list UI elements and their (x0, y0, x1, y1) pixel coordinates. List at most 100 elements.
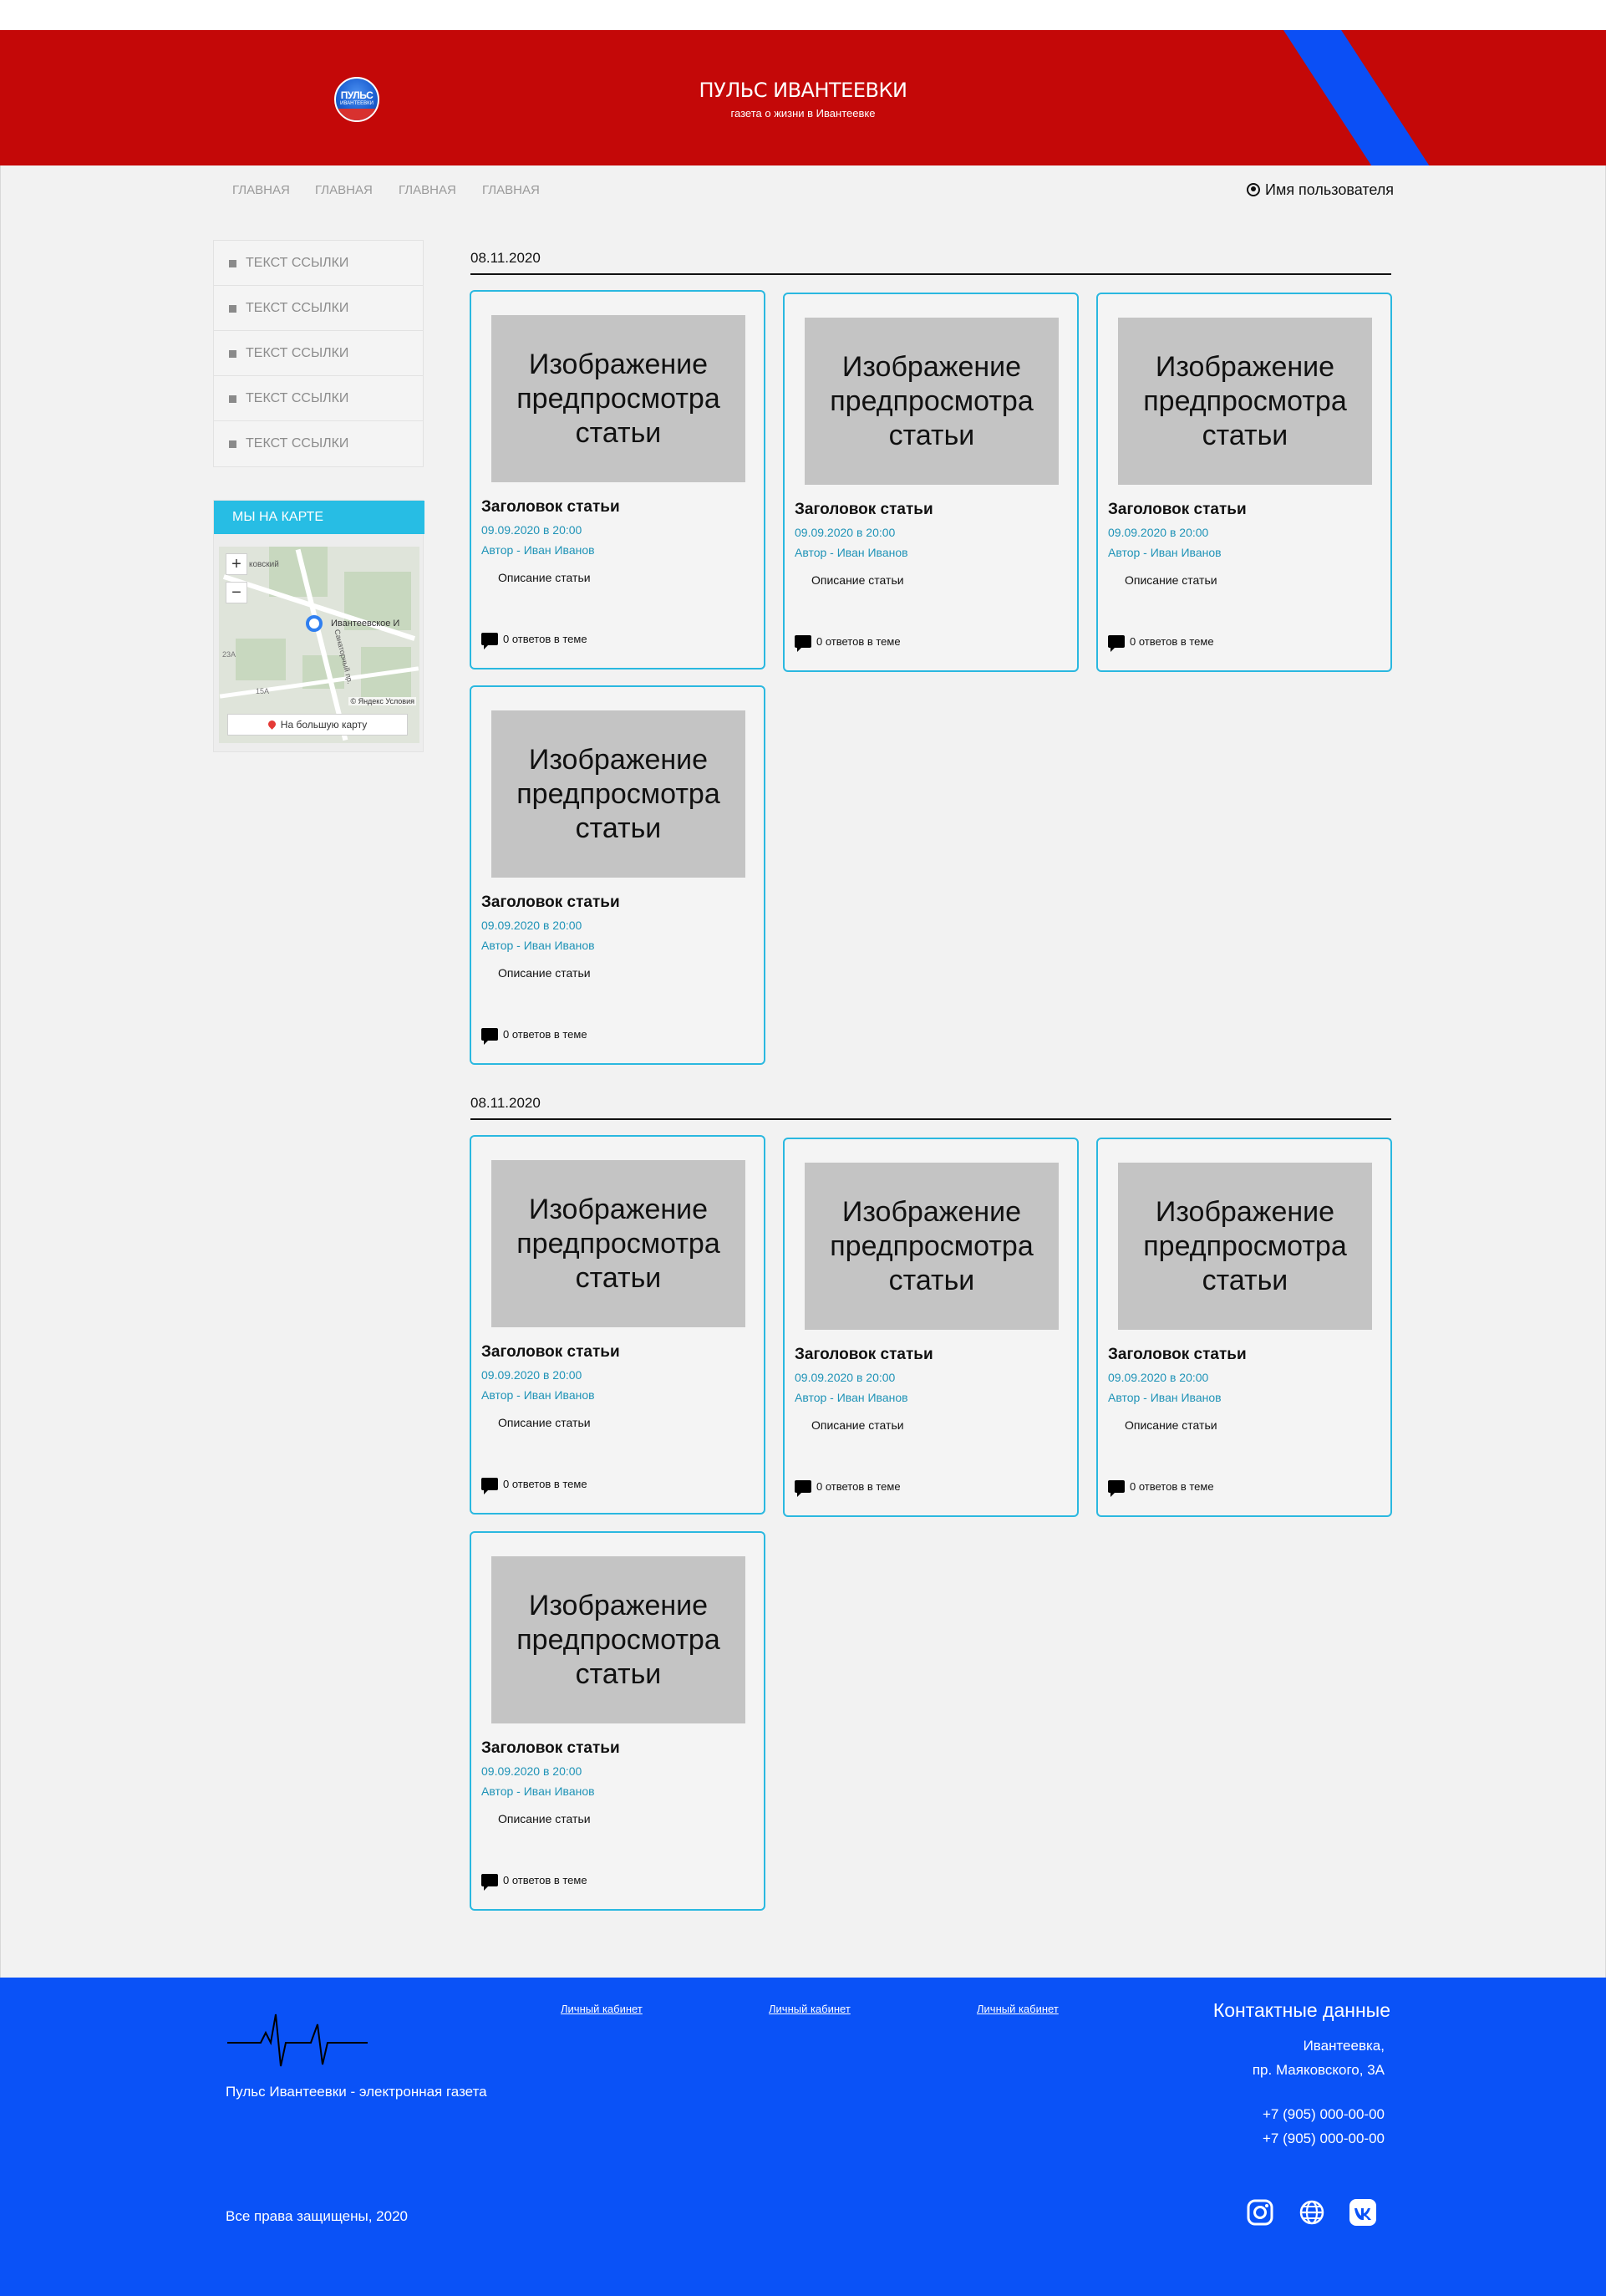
article-date: 09.09.2020 в 20:00 (481, 919, 582, 932)
article-author[interactable]: Автор - Иван Иванов (795, 1391, 908, 1404)
contacts-phone-2[interactable]: +7 (905) 000-00-00 (1263, 2131, 1385, 2147)
site-title: ПУЛЬС ИВАНТЕЕВКИ (699, 79, 907, 102)
site-subtitle: газета о жизни в Ивантеевке (730, 107, 876, 120)
article-description: Описание статьи (1125, 1418, 1217, 1432)
article-date: 09.09.2020 в 20:00 (481, 1368, 582, 1382)
footer-link-account-3[interactable]: Личный кабинет (977, 2003, 1059, 2015)
article-card[interactable]: Изображение предпросмотра статьи Заголов… (470, 1531, 765, 1911)
replies-count: 0 ответов в теме (503, 1874, 587, 1886)
nav-item-home-4[interactable]: ГЛАВНАЯ (482, 183, 540, 197)
article-replies[interactable]: 0 ответов в теме (481, 1874, 587, 1891)
replies-count: 0 ответов в теме (503, 633, 587, 645)
comment-icon (1108, 1480, 1125, 1497)
article-date: 09.09.2020 в 20:00 (481, 523, 582, 537)
nav-item-home-2[interactable]: ГЛАВНАЯ (315, 183, 373, 197)
article-card[interactable]: Изображение предпросмотра статьи Заголов… (783, 293, 1079, 672)
map-building-label: 15А (256, 687, 270, 695)
contacts-phone-1[interactable]: +7 (905) 000-00-00 (1263, 2106, 1385, 2123)
article-replies[interactable]: 0 ответов в теме (481, 633, 587, 649)
sidebar-link[interactable]: ТЕКСТ ССЫЛКИ (214, 241, 423, 286)
replies-count: 0 ответов в теме (503, 1028, 587, 1041)
article-preview-image[interactable]: Изображение предпросмотра статьи (491, 710, 745, 878)
square-bullet-icon (229, 350, 236, 358)
article-replies[interactable]: 0 ответов в теме (1108, 635, 1214, 652)
instagram-icon[interactable] (1246, 2198, 1274, 2227)
sidebar-link-label: ТЕКСТ ССЫЛКИ (246, 301, 349, 315)
article-replies[interactable]: 0 ответов в теме (1108, 1480, 1214, 1497)
date-heading: 08.11.2020 (470, 250, 541, 266)
article-preview-image[interactable]: Изображение предпросмотра статьи (805, 1163, 1059, 1330)
sidebar-link[interactable]: ТЕКСТ ССЫЛКИ (214, 421, 423, 466)
comment-icon (795, 1480, 811, 1497)
yandex-map[interactable]: ковский Санаторный пр. 23А 15А + − Ивант… (219, 547, 419, 743)
sidebar-links: ТЕКСТ ССЫЛКИ ТЕКСТ ССЫЛКИ ТЕКСТ ССЫЛКИ Т… (213, 240, 424, 467)
map-street-label: ковский (249, 560, 279, 569)
preview-placeholder-text: Изображение предпросмотра статьи (516, 348, 720, 449)
preview-placeholder-text: Изображение предпросмотра статьи (830, 1195, 1034, 1296)
article-preview-image[interactable]: Изображение предпросмотра статьи (805, 318, 1059, 485)
article-preview-image[interactable]: Изображение предпросмотра статьи (1118, 318, 1372, 485)
article-card[interactable]: Изображение предпросмотра статьи Заголов… (783, 1138, 1079, 1517)
article-description: Описание статьи (498, 1416, 591, 1429)
article-author[interactable]: Автор - Иван Иванов (481, 1784, 595, 1798)
article-author[interactable]: Автор - Иван Иванов (481, 543, 595, 557)
map-zoom-out-button[interactable]: − (226, 582, 247, 603)
article-title[interactable]: Заголовок статьи (481, 1343, 620, 1362)
page: ПУЛЬС ИВАНТЕЕВКИ ПУЛЬС ИВАНТЕЕВКИ газета… (0, 0, 1606, 2296)
article-author[interactable]: Автор - Иван Иванов (481, 939, 595, 952)
map-copyright[interactable]: © Яндекс Условия (348, 697, 416, 705)
article-title[interactable]: Заголовок статьи (1108, 501, 1247, 519)
article-card[interactable]: Изображение предпросмотра статьи Заголов… (1096, 1138, 1392, 1517)
article-card[interactable]: Изображение предпросмотра статьи Заголов… (470, 290, 765, 669)
open-big-map-button[interactable]: На большую карту (227, 714, 408, 736)
sidebar-link[interactable]: ТЕКСТ ССЫЛКИ (214, 376, 423, 421)
replies-count: 0 ответов в теме (503, 1478, 587, 1490)
article-title[interactable]: Заголовок статьи (1108, 1346, 1247, 1364)
location-pin-icon[interactable] (306, 615, 323, 632)
article-date: 09.09.2020 в 20:00 (481, 1764, 582, 1778)
article-preview-image[interactable]: Изображение предпросмотра статьи (491, 1556, 745, 1723)
footer-link-account-1[interactable]: Личный кабинет (561, 2003, 643, 2015)
sidebar-link[interactable]: ТЕКСТ ССЫЛКИ (214, 331, 423, 376)
contacts-title: Контактные данные (1212, 1999, 1390, 2021)
comment-icon (481, 1478, 498, 1494)
replies-count: 0 ответов в теме (1130, 1480, 1214, 1493)
article-card[interactable]: Изображение предпросмотра статьи Заголов… (1096, 293, 1392, 672)
article-preview-image[interactable]: Изображение предпросмотра статьи (1118, 1163, 1372, 1330)
square-bullet-icon (229, 305, 236, 313)
article-author[interactable]: Автор - Иван Иванов (481, 1388, 595, 1402)
article-description: Описание статьи (498, 966, 591, 980)
user-menu[interactable]: Имя пользователя (1247, 181, 1394, 199)
footer-link-account-2[interactable]: Личный кабинет (769, 2003, 851, 2015)
article-author[interactable]: Автор - Иван Иванов (795, 546, 908, 559)
preview-placeholder-text: Изображение предпросмотра статьи (516, 1589, 720, 1690)
article-replies[interactable]: 0 ответов в теме (481, 1478, 587, 1494)
article-author[interactable]: Автор - Иван Иванов (1108, 546, 1222, 559)
article-title[interactable]: Заголовок статьи (481, 498, 620, 517)
map-widget-title: МЫ НА КАРТЕ (232, 510, 323, 524)
nav-item-home-3[interactable]: ГЛАВНАЯ (399, 183, 456, 197)
article-card[interactable]: Изображение предпросмотра статьи Заголов… (470, 685, 765, 1065)
nav-item-home-1[interactable]: ГЛАВНАЯ (232, 183, 290, 197)
article-title[interactable]: Заголовок статьи (795, 1346, 933, 1364)
article-preview-image[interactable]: Изображение предпросмотра статьи (491, 315, 745, 482)
globe-icon[interactable] (1298, 2198, 1326, 2227)
article-preview-image[interactable]: Изображение предпросмотра статьи (491, 1160, 745, 1327)
open-big-map-label: На большую карту (280, 719, 368, 731)
vk-icon[interactable] (1349, 2198, 1377, 2227)
sidebar-link-label: ТЕКСТ ССЫЛКИ (246, 391, 349, 405)
article-replies[interactable]: 0 ответов в теме (795, 1480, 901, 1497)
date-heading: 08.11.2020 (470, 1095, 541, 1111)
article-title[interactable]: Заголовок статьи (481, 893, 620, 912)
article-title[interactable]: Заголовок статьи (795, 501, 933, 519)
sidebar-link[interactable]: ТЕКСТ ССЫЛКИ (214, 286, 423, 331)
article-date: 09.09.2020 в 20:00 (1108, 526, 1209, 539)
date-divider (470, 273, 1391, 275)
article-title[interactable]: Заголовок статьи (481, 1739, 620, 1758)
article-author[interactable]: Автор - Иван Иванов (1108, 1391, 1222, 1404)
comment-icon (481, 1874, 498, 1891)
article-replies[interactable]: 0 ответов в теме (481, 1028, 587, 1045)
article-replies[interactable]: 0 ответов в теме (795, 635, 901, 652)
article-card[interactable]: Изображение предпросмотра статьи Заголов… (470, 1135, 765, 1515)
map-zoom-in-button[interactable]: + (226, 553, 247, 575)
